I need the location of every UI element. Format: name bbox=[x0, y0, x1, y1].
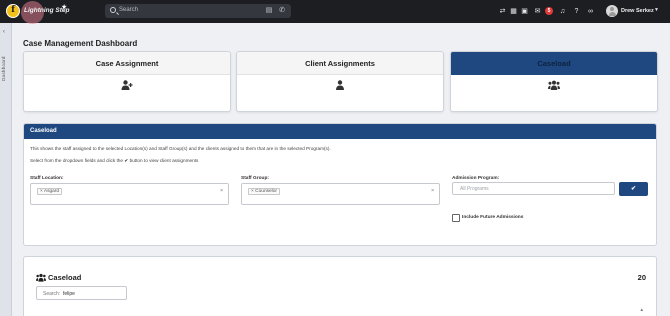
search-label: Search: bbox=[43, 291, 61, 297]
instructions-suffix: button to view client assignments bbox=[129, 158, 199, 163]
card-title: Case Assignment bbox=[24, 52, 230, 75]
staff-group-label: Staff Group: bbox=[241, 176, 269, 181]
notification-badge: 5 bbox=[545, 7, 553, 15]
card-title: Client Assignments bbox=[237, 52, 443, 75]
users-icon bbox=[36, 273, 46, 282]
phone-icon[interactable]: ✆ bbox=[278, 7, 286, 15]
calendar-search-icon[interactable]: ▤ bbox=[265, 7, 273, 15]
caseload-search-input[interactable]: Search: felipe bbox=[36, 286, 127, 300]
card-client-assignments[interactable]: Client Assignments bbox=[236, 51, 444, 112]
card-case-assignment[interactable]: Case Assignment bbox=[23, 51, 231, 112]
admission-program-select[interactable]: All Programs bbox=[452, 182, 615, 195]
panel-instructions: Select from the dropdown fields and clic… bbox=[30, 158, 198, 164]
admission-program-label: Admission Program: bbox=[452, 176, 500, 181]
page-title: Case Management Dashboard bbox=[23, 39, 138, 48]
clear-staff-group-icon[interactable]: × bbox=[431, 188, 434, 194]
messages-icon[interactable]: ✉ bbox=[533, 7, 542, 16]
check-icon: ✔ bbox=[630, 186, 637, 192]
staff-group-value: Counselor bbox=[255, 189, 278, 194]
bell-icon[interactable]: ♫ bbox=[558, 7, 567, 16]
include-future-admissions-label[interactable]: Include Future Admissions bbox=[462, 215, 523, 220]
sort-arrow-icon[interactable]: ▲ bbox=[640, 307, 644, 312]
caseload-filter-panel: Caseload This shows the staff assigned t… bbox=[23, 123, 657, 246]
admission-program-placeholder: All Programs bbox=[460, 186, 489, 192]
chevron-down-icon[interactable]: ▼ bbox=[654, 7, 659, 13]
search-value: felipe bbox=[63, 291, 75, 297]
caseload-count: 20 bbox=[637, 273, 646, 282]
link-icon[interactable]: ∞ bbox=[586, 7, 595, 16]
staff-location-value: Asgard bbox=[43, 189, 60, 194]
panel-description: This shows the staff assigned to the sel… bbox=[30, 146, 331, 151]
user-name[interactable]: Drew Serkez bbox=[621, 8, 654, 14]
top-nav-bar: f Lightning Step ★ Search ▤ ✆ ⇄ ▦ ▣ ✉ 5 … bbox=[0, 0, 670, 24]
panel-header: Caseload bbox=[24, 124, 656, 139]
transfer-icon[interactable]: ⇄ bbox=[498, 7, 507, 16]
users-icon bbox=[548, 80, 560, 90]
caseload-results-title: Caseload bbox=[48, 273, 82, 282]
staff-group-tag[interactable]: × Counselor bbox=[248, 188, 281, 195]
user-plus-icon bbox=[121, 80, 133, 90]
search-placeholder: Search bbox=[119, 7, 139, 13]
user-avatar[interactable] bbox=[606, 5, 618, 17]
card-title: Caseload bbox=[451, 52, 657, 75]
global-search-input[interactable]: Search ▤ ✆ bbox=[105, 4, 291, 18]
user-icon bbox=[336, 80, 344, 90]
search-icon bbox=[110, 7, 116, 13]
chevron-left-icon[interactable]: ‹ bbox=[3, 29, 5, 35]
clear-staff-location-icon[interactable]: × bbox=[220, 188, 223, 194]
staff-location-tag[interactable]: × Asgard bbox=[37, 188, 63, 195]
check-icon: ✔ bbox=[124, 158, 129, 163]
favorite-star-icon[interactable]: ★ bbox=[61, 3, 67, 11]
calendar-icon[interactable]: ▦ bbox=[509, 7, 518, 16]
grid-icon[interactable]: ▣ bbox=[520, 7, 529, 16]
staff-location-label: Staff Location: bbox=[30, 176, 64, 181]
card-caseload[interactable]: Caseload bbox=[450, 51, 658, 112]
app-logo[interactable]: f bbox=[6, 4, 20, 18]
include-future-admissions-checkbox[interactable] bbox=[452, 214, 460, 222]
staff-group-select[interactable]: × Counselor × bbox=[241, 183, 440, 205]
staff-location-select[interactable]: × Asgard × bbox=[30, 183, 229, 205]
view-caseload-button[interactable]: ✔ bbox=[619, 182, 648, 196]
instructions-prefix: Select from the dropdown fields and clic… bbox=[30, 158, 124, 163]
help-icon[interactable]: ? bbox=[572, 7, 581, 16]
rail-label[interactable]: Dashboard bbox=[1, 56, 6, 81]
side-rail: ‹ Dashboard bbox=[0, 23, 12, 316]
caseload-results-panel: Caseload 20 Search: felipe ▲ bbox=[23, 256, 657, 316]
